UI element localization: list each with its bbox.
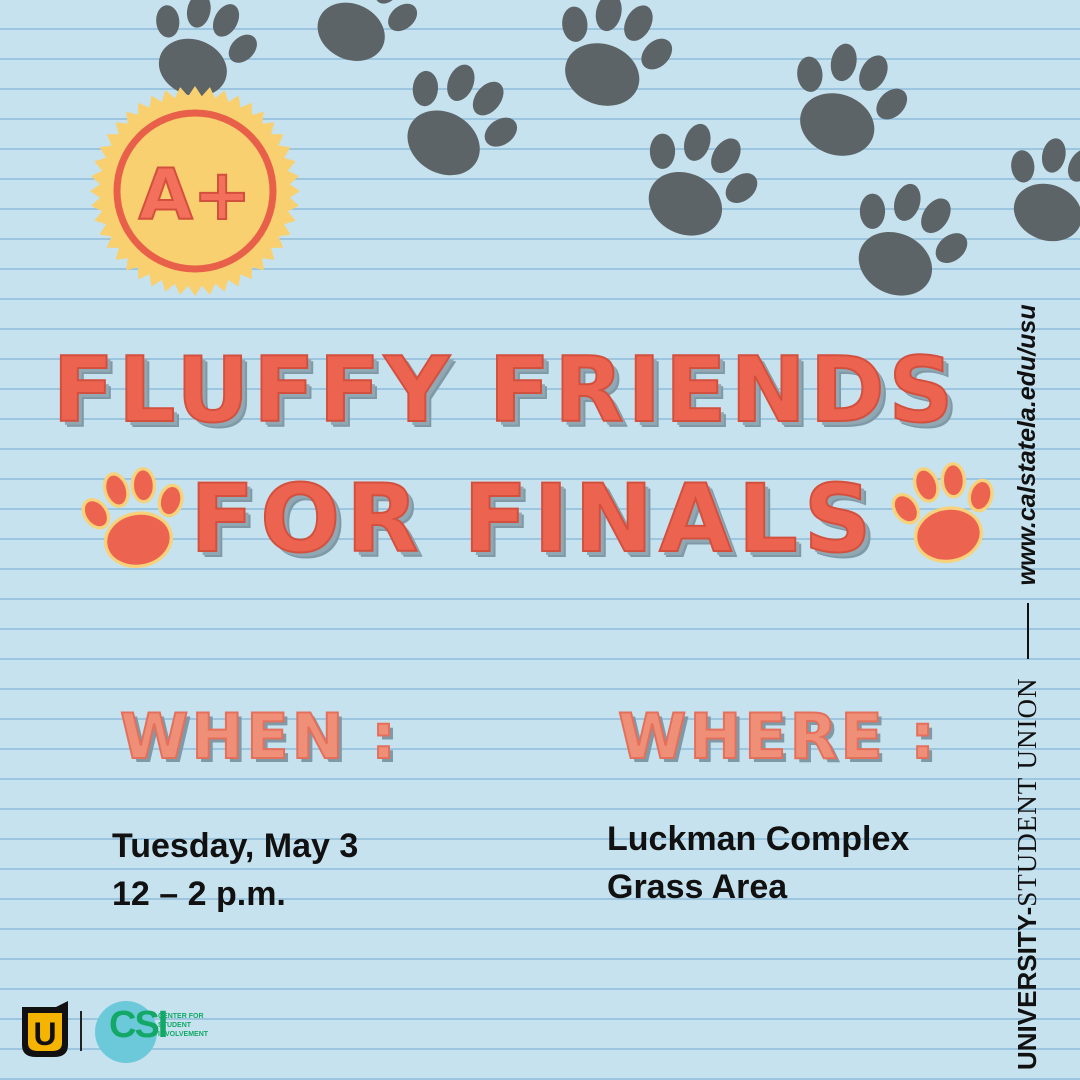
where-details: Luckman Complex Grass Area	[607, 815, 909, 911]
logo-divider	[80, 1011, 82, 1051]
title-line-1: FLUFFY FRIENDS	[52, 337, 958, 444]
title-line-2: FOR FINALS	[189, 464, 878, 575]
sidebar-divider	[1026, 603, 1029, 660]
usu-logo-letter: U	[33, 1016, 56, 1052]
sidebar-vertical-text: UNIVERSITY- STUDENT UNION www.calstatela.…	[1012, 220, 1043, 1070]
paw-print-icon	[390, 60, 520, 180]
usu-logo-icon: U	[22, 1001, 68, 1057]
org-name-rest: STUDENT UNION	[1012, 677, 1042, 907]
when-label: WHEN :	[119, 699, 399, 774]
footer-logos: U CSI CENTER FOR STUDENT INVOLVEMENT	[18, 996, 230, 1066]
event-venue: Luckman Complex	[607, 820, 910, 858]
website-link[interactable]: www.calstatela.edu/usu	[1013, 304, 1042, 585]
csi-logo-name: CENTER FOR STUDENT INVOLVEMENT	[158, 1013, 209, 1038]
badge-text: A+	[139, 154, 252, 236]
paw-print-icon	[890, 460, 1000, 565]
title-line-2-row: FOR FINALS	[0, 460, 1010, 585]
paw-print-icon	[630, 120, 760, 240]
paw-print-icon	[80, 465, 190, 570]
poster: A+ FLUFFY FRIENDS FOR FINALS WHEN : WHER…	[0, 0, 1080, 1080]
when-details: Tuesday, May 3 12 – 2 p.m.	[112, 822, 358, 918]
event-area: Grass Area	[607, 868, 788, 906]
event-time: 12 – 2 p.m.	[112, 875, 286, 913]
paw-print-icon	[545, 0, 675, 110]
paw-print-icon	[300, 0, 420, 65]
csi-logo-icon: CSI CENTER FOR STUDENT INVOLVEMENT	[90, 996, 230, 1066]
where-label: WHERE :	[617, 699, 939, 774]
org-name-strong: UNIVERSITY-	[1012, 906, 1042, 1070]
paw-print-icon	[780, 40, 910, 160]
event-date: Tuesday, May 3	[112, 827, 359, 865]
paw-print-icon	[840, 180, 970, 300]
a-plus-badge-icon: A+	[90, 86, 300, 296]
